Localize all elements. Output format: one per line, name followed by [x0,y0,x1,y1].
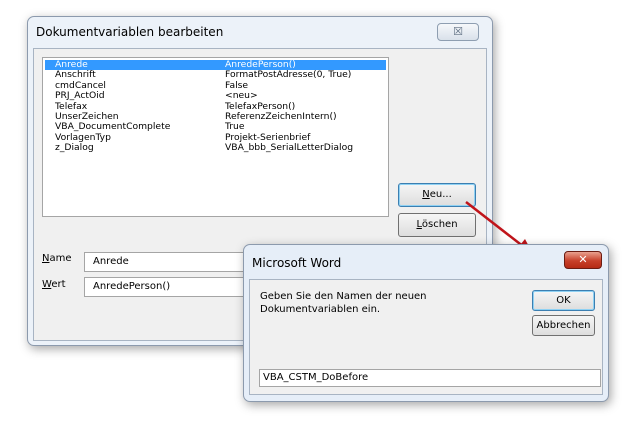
word-prompt-text: Geben Sie den Namen der neuen Dokumentva… [260,291,427,315]
arrow-shaft [465,201,525,248]
ok-button[interactable]: OK [532,290,595,311]
close-icon: ✕ [578,253,588,266]
word-dialog-titlebar: Microsoft Word [244,245,608,281]
word-dialog-title: Microsoft Word [252,256,342,270]
word-input-dialog: Microsoft Word ✕ Geben Sie den Namen der… [243,244,609,402]
variable-name-input-value: VBA_CSTM_DoBefore [263,372,369,383]
variable-name-input[interactable]: VBA_CSTM_DoBefore [259,369,601,387]
word-close-button[interactable]: ✕ [564,251,602,269]
word-dialog-client-area: Geben Sie den Namen der neuen Dokumentva… [249,279,603,395]
cancel-button[interactable]: Abbrechen [532,315,595,336]
